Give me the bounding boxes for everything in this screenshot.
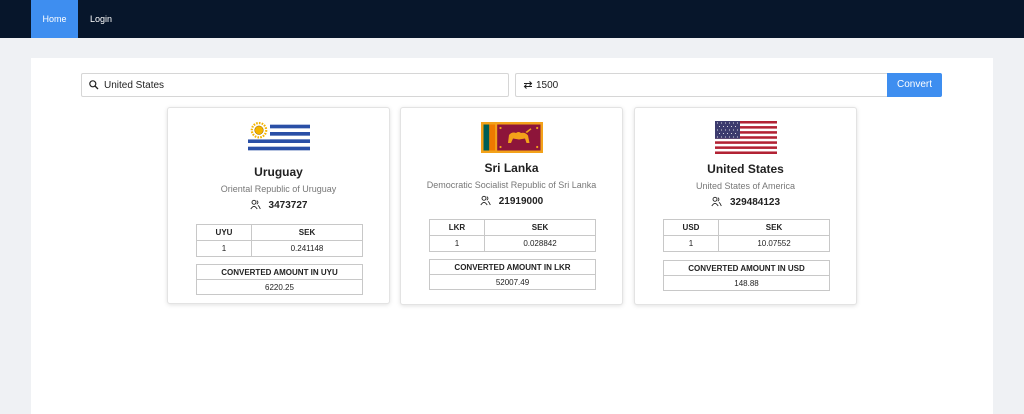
nav-home-link[interactable]: Home bbox=[31, 0, 78, 38]
converted-amount-table: CONVERTED AMOUNT IN UYU 6220.25 bbox=[196, 264, 363, 295]
navbar: Home Login bbox=[0, 0, 1024, 38]
converted-amount-label: CONVERTED AMOUNT IN UYU bbox=[196, 264, 363, 280]
united-states-flag-icon bbox=[715, 121, 777, 154]
population-value: 3473727 bbox=[268, 200, 308, 211]
search-icon bbox=[89, 80, 99, 90]
country-official-name: Oriental Republic of Uruguay bbox=[220, 184, 337, 194]
population-row: 21919000 bbox=[401, 195, 622, 207]
converted-amount-table: CONVERTED AMOUNT IN USD 148.88 bbox=[663, 260, 830, 291]
population-icon bbox=[711, 196, 722, 207]
amount-input[interactable] bbox=[536, 77, 876, 93]
rate-local-value: 1 bbox=[663, 235, 719, 252]
rate-header-sek: SEK bbox=[251, 224, 363, 241]
rate-local-value: 1 bbox=[429, 235, 485, 252]
converted-amount-value: 148.88 bbox=[663, 275, 830, 291]
population-value: 329484123 bbox=[729, 197, 781, 208]
country-name: Sri Lanka bbox=[484, 161, 539, 175]
population-row: 329484123 bbox=[635, 196, 856, 208]
rate-header-local: LKR bbox=[429, 219, 485, 236]
converted-amount-table: CONVERTED AMOUNT IN LKR 52007.49 bbox=[429, 259, 596, 290]
convert-button[interactable]: Convert bbox=[887, 73, 942, 97]
rate-header-local: USD bbox=[663, 219, 719, 236]
population-icon bbox=[249, 199, 261, 210]
rate-sek-value: 10.07552 bbox=[718, 235, 830, 252]
country-card-uruguay: Uruguay Oriental Republic of Uruguay 347… bbox=[167, 107, 390, 304]
country-card-united-states: United States United States of America 3… bbox=[634, 107, 857, 305]
rate-sek-value: 0.028842 bbox=[484, 235, 596, 252]
converted-amount-value: 52007.49 bbox=[429, 274, 596, 290]
converted-amount-label: CONVERTED AMOUNT IN USD bbox=[663, 260, 830, 276]
exchange-rate-table: USD SEK 1 10.07552 bbox=[663, 219, 830, 252]
country-name: Uruguay bbox=[254, 165, 303, 179]
exchange-rate-table: UYU SEK 1 0.241148 bbox=[196, 224, 363, 257]
converted-amount-label: CONVERTED AMOUNT IN LKR bbox=[429, 259, 596, 275]
population-icon bbox=[480, 195, 491, 206]
population-row: 3473727 bbox=[168, 199, 389, 211]
population-value: 21919000 bbox=[498, 196, 544, 207]
rate-sek-value: 0.241148 bbox=[251, 240, 363, 257]
country-search-field[interactable] bbox=[81, 73, 509, 97]
sri-lanka-flag-icon bbox=[481, 122, 543, 153]
uruguay-flag-icon bbox=[248, 121, 310, 154]
converted-amount-value: 6220.25 bbox=[196, 279, 363, 295]
amount-field[interactable] bbox=[515, 73, 888, 97]
nav-login-link[interactable]: Login bbox=[78, 0, 124, 38]
rate-local-value: 1 bbox=[196, 240, 252, 257]
rate-header-sek: SEK bbox=[484, 219, 596, 236]
rate-header-local: UYU bbox=[196, 224, 252, 241]
search-input[interactable] bbox=[104, 77, 499, 93]
exchange-rate-table: LKR SEK 1 0.028842 bbox=[429, 219, 596, 252]
country-official-name: Democratic Socialist Republic of Sri Lan… bbox=[426, 180, 597, 190]
country-official-name: United States of America bbox=[695, 181, 796, 191]
country-name: United States bbox=[707, 162, 784, 176]
swap-icon bbox=[523, 81, 533, 89]
country-card-sri-lanka: Sri Lanka Democratic Socialist Republic … bbox=[400, 107, 623, 305]
rate-header-sek: SEK bbox=[718, 219, 830, 236]
